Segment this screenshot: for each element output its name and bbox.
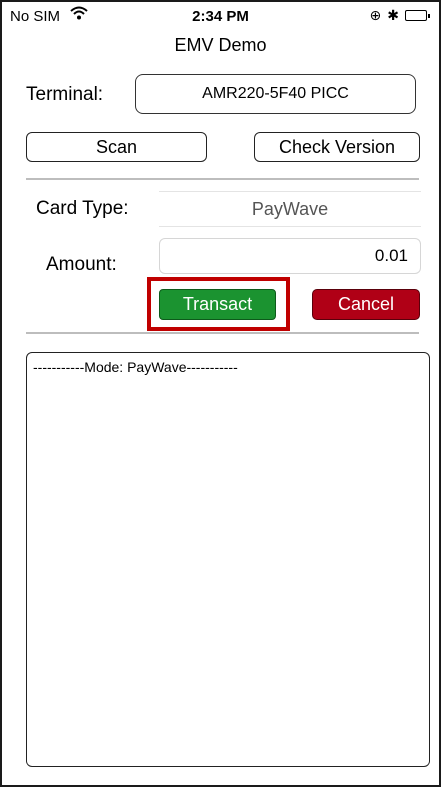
terminal-field[interactable]: AMR220-5F40 PICC [135,74,416,114]
card-type-label: Card Type: [36,198,129,219]
check-version-button[interactable]: Check Version [254,132,420,162]
bluetooth-icon: ✱ [387,7,399,23]
cancel-button[interactable]: Cancel [312,289,420,320]
log-textview[interactable]: -----------Mode: PayWave----------- [26,352,430,767]
card-type-value[interactable]: PayWave [159,191,421,227]
amount-label: Amount: [46,254,117,275]
app-screen: No SIM 2:34 PM ⊕ ✱ EMV Demo Terminal: AM… [0,0,441,787]
log-text: -----------Mode: PayWave----------- [33,359,238,375]
rotation-lock-icon: ⊕ [369,7,382,23]
status-bar: No SIM 2:34 PM ⊕ ✱ [2,2,439,32]
terminal-value: AMR220-5F40 PICC [202,85,349,102]
terminal-label: Terminal: [26,84,104,105]
scan-button[interactable]: Scan [26,132,207,162]
amount-field[interactable]: 0.01 [159,238,421,274]
divider [26,332,419,334]
amount-value: 0.01 [374,246,408,265]
status-right-icons: ⊕ ✱ [369,7,430,24]
page-title: EMV Demo [174,35,267,55]
transact-button[interactable]: Transact [159,289,276,320]
divider [26,178,419,180]
battery-icon [405,10,430,21]
